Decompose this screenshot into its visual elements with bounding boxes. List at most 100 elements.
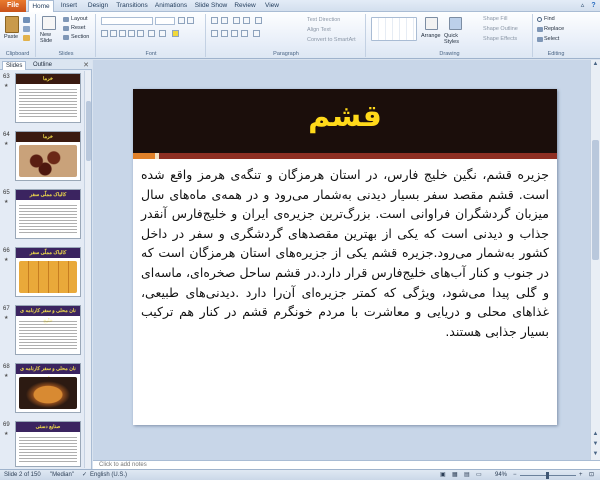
zoom-level[interactable]: 94% — [495, 470, 507, 480]
scroll-up-icon[interactable]: ▲ — [591, 60, 600, 69]
next-slide-icon[interactable]: ▼ — [591, 440, 600, 449]
italic-icon[interactable] — [110, 30, 117, 37]
character-spacing-icon[interactable] — [148, 30, 155, 37]
shadow-icon[interactable] — [137, 30, 144, 37]
panel-scrollbar[interactable] — [84, 71, 91, 468]
status-bar: Slide 2 of 150 "Median" ✓ English (U.S.)… — [0, 469, 600, 480]
file-tab[interactable]: File — [0, 0, 26, 12]
paragraph-group: Text Direction Align Text Convert to Sma… — [207, 14, 366, 57]
slide-thumbnail-67[interactable]: نان محلی و سفر کارنامه ی خلیج — [15, 305, 81, 355]
align-left-icon[interactable] — [211, 30, 218, 37]
slide-thumbnail-65[interactable]: کالباک مملّی سفر — [15, 189, 81, 239]
slideshow-view-icon[interactable]: ▭ — [476, 470, 482, 480]
quick-styles-icon[interactable] — [449, 17, 462, 30]
tab-insert[interactable]: Insert — [56, 0, 82, 12]
new-slide-button[interactable]: New Slide — [40, 32, 62, 44]
strikethrough-icon[interactable] — [128, 30, 135, 37]
arrange-button[interactable]: Arrange — [421, 33, 441, 39]
change-case-icon[interactable] — [159, 30, 166, 37]
font-color-icon[interactable] — [172, 30, 179, 37]
cut-icon[interactable] — [23, 17, 30, 23]
quick-styles-button[interactable]: Quick Styles — [444, 33, 470, 45]
animation-star-icon: ★ — [4, 199, 9, 205]
zoom-in-icon[interactable]: + — [579, 470, 583, 480]
reading-view-icon[interactable]: ▤ — [464, 470, 470, 480]
slide-sorter-icon[interactable]: ▦ — [452, 470, 458, 480]
line-spacing-icon[interactable] — [255, 17, 262, 24]
find-button[interactable]: Find — [544, 16, 555, 22]
shape-outline-button[interactable]: Shape Outline — [483, 26, 518, 32]
font-name-field[interactable] — [101, 17, 153, 25]
bullets-icon[interactable] — [211, 17, 218, 24]
copy-icon[interactable] — [23, 26, 30, 32]
shrink-font-icon[interactable] — [187, 17, 194, 24]
slide-body-text[interactable]: جزیره قشم، نگین خلیج فارس، در استان هرمز… — [141, 165, 549, 341]
tab-animations[interactable]: Animations — [152, 0, 190, 12]
align-center-icon[interactable] — [221, 30, 228, 37]
underline-icon[interactable] — [119, 30, 126, 37]
zoom-slider-knob[interactable] — [545, 472, 549, 479]
justify-icon[interactable] — [241, 30, 248, 37]
drawing-group: Arrange Quick Styles Shape Fill Shape Ou… — [367, 14, 533, 57]
animation-star-icon: ★ — [4, 83, 9, 89]
normal-view-icon[interactable]: ▣ — [440, 470, 446, 480]
format-painter-icon[interactable] — [23, 35, 30, 41]
align-right-icon[interactable] — [231, 30, 238, 37]
thumbnail-title: نان محلی و سفر کارنامه ی خلیج — [16, 306, 80, 324]
reset-button[interactable]: Reset — [71, 25, 85, 31]
tab-transitions[interactable]: Transitions — [114, 0, 150, 12]
convert-smartart-button[interactable]: Convert to SmartArt — [307, 37, 356, 43]
workspace-scrollbar[interactable]: ▲ ▲ ▼ ▼ — [590, 60, 600, 460]
reset-icon — [63, 26, 69, 31]
paste-icon[interactable] — [5, 16, 19, 33]
help-icon[interactable]: ? — [589, 1, 598, 10]
thumbnail-text — [19, 203, 77, 235]
tab-view[interactable]: View — [260, 0, 284, 12]
align-text-button[interactable]: Align Text — [307, 27, 331, 33]
slide-thumbnail-69[interactable]: صنایع دستی — [15, 421, 81, 467]
slide-title[interactable]: قشم — [133, 99, 557, 134]
slide-thumbnail-64[interactable]: خرما — [15, 131, 81, 181]
decrease-indent-icon[interactable] — [233, 17, 240, 24]
panel-scroll-thumb[interactable] — [86, 101, 91, 161]
slide-thumbnail-68[interactable]: نان محلی و سفر کارنامه ی خلیج — [15, 363, 81, 413]
new-slide-icon[interactable] — [42, 16, 56, 30]
shapes-gallery[interactable] — [371, 17, 417, 41]
select-button[interactable]: Select — [544, 36, 559, 42]
increase-indent-icon[interactable] — [243, 17, 250, 24]
thumbnail-title: خرما — [16, 74, 80, 84]
slide-workspace: قشم جزیره قشم، نگین خلیج فارس، در استان … — [93, 60, 600, 460]
tab-outline[interactable]: Outline — [30, 61, 55, 70]
notes-pane[interactable]: Click to add notes — [93, 460, 600, 469]
numbering-icon[interactable] — [221, 17, 228, 24]
close-panel-icon[interactable]: ✕ — [83, 61, 89, 69]
tab-review[interactable]: Review — [232, 0, 258, 12]
slide-thumbnail-66[interactable]: کالباک مملّی سفر — [15, 247, 81, 297]
zoom-out-icon[interactable]: − — [513, 470, 517, 480]
paste-button[interactable]: Paste — [4, 34, 18, 40]
layout-button[interactable]: Layout — [71, 16, 88, 22]
section-button[interactable]: Section — [71, 34, 89, 40]
font-size-field[interactable] — [155, 17, 175, 25]
minimize-ribbon-icon[interactable]: ▵ — [578, 1, 587, 10]
shape-effects-button[interactable]: Shape Effects — [483, 36, 517, 42]
text-direction-button[interactable]: Text Direction — [307, 17, 340, 23]
slide-thumbnail-63[interactable]: خرما — [15, 73, 81, 123]
workspace-scroll-thumb[interactable] — [592, 140, 599, 260]
bold-icon[interactable] — [101, 30, 108, 37]
arrange-icon[interactable] — [425, 17, 438, 30]
tab-slide-show[interactable]: Slide Show — [193, 0, 229, 12]
scroll-down-icon[interactable]: ▼ — [591, 450, 600, 459]
fit-slide-icon[interactable]: ⊡ — [589, 470, 594, 480]
tab-design[interactable]: Design — [84, 0, 112, 12]
spellcheck-icon[interactable]: ✓ — [82, 470, 87, 480]
previous-slide-icon[interactable]: ▲ — [591, 430, 600, 439]
replace-button[interactable]: Replace — [544, 26, 564, 32]
animation-star-icon: ★ — [4, 257, 9, 263]
language-indicator[interactable]: English (U.S.) — [90, 470, 127, 480]
columns-icon[interactable] — [253, 30, 260, 37]
tab-slides[interactable]: Slides — [2, 61, 27, 70]
grow-font-icon[interactable] — [178, 17, 185, 24]
slide-canvas[interactable]: قشم جزیره قشم، نگین خلیج فارس، در استان … — [133, 89, 557, 425]
shape-fill-button[interactable]: Shape Fill — [483, 16, 507, 22]
